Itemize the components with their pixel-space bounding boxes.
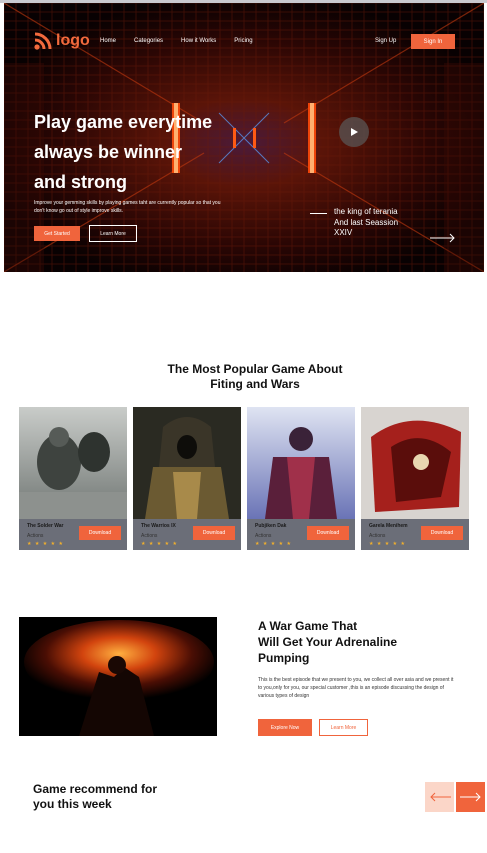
learn-more-button[interactable]: Learn More xyxy=(89,225,137,242)
signup-link[interactable]: Sign Up xyxy=(375,38,396,44)
war-section-title: A War Game That Will Get Your Adrenaline… xyxy=(258,618,458,666)
war-title-line: Will Get Your Adrenaline xyxy=(258,635,398,649)
next-button[interactable] xyxy=(456,782,485,812)
war-description: This is the best episode that we present… xyxy=(258,677,454,699)
game-cards: The Solder War Actions ★ ★ ★ ★ ★ Downloa… xyxy=(19,407,469,550)
learn-more-button[interactable]: Learn More xyxy=(319,719,368,736)
hero-title-line: and strong xyxy=(34,172,127,192)
download-button[interactable]: Download xyxy=(421,526,463,540)
navbar: logo Home Categories How it Works Pricin… xyxy=(4,3,484,83)
get-started-button[interactable]: Get Started xyxy=(34,226,80,241)
nav-link-pricing[interactable]: Pricing xyxy=(234,38,252,44)
game-name: Garela Menihem xyxy=(369,523,408,529)
war-title-line: A War Game That xyxy=(258,619,358,633)
signin-button[interactable]: Sign In xyxy=(411,34,455,49)
previous-button[interactable] xyxy=(425,782,454,812)
episode-line: the king of terania xyxy=(334,207,398,216)
rss-logo-icon xyxy=(34,32,52,50)
download-button[interactable]: Download xyxy=(307,526,349,540)
episode-line: And last Seassion xyxy=(334,217,399,227)
game-card-info: The Warrios IX Actions ★ ★ ★ ★ ★ Downloa… xyxy=(133,519,241,550)
play-button[interactable] xyxy=(339,117,369,147)
nav-links: Home Categories How it Works Pricing xyxy=(100,38,271,44)
hero-title-line: always be winner xyxy=(34,142,183,162)
game-name: Pubjiken Dak xyxy=(255,523,287,529)
rating-stars-icon: ★ ★ ★ ★ ★ xyxy=(255,541,292,547)
game-cover-image xyxy=(19,407,127,519)
war-title-line: Pumping xyxy=(258,651,310,665)
war-game-artwork xyxy=(19,617,217,736)
popular-title-line: The Most Popular Game About xyxy=(167,362,343,376)
arrow-right-icon xyxy=(459,792,481,802)
game-genre: Actions xyxy=(255,533,272,539)
game-card[interactable]: Pubjiken Dak Actions ★ ★ ★ ★ ★ Download xyxy=(247,407,355,550)
game-cover-image xyxy=(361,407,469,519)
nav-link-how-it-works[interactable]: How it Works xyxy=(181,38,216,44)
game-card-info: Garela Menihem Actions ★ ★ ★ ★ ★ Downloa… xyxy=(361,519,469,550)
game-cover-image xyxy=(247,407,355,519)
popular-title-line: Fiting and Wars xyxy=(210,377,300,391)
rating-stars-icon: ★ ★ ★ ★ ★ xyxy=(27,541,64,547)
game-card[interactable]: The Warrios IX Actions ★ ★ ★ ★ ★ Downloa… xyxy=(133,407,241,550)
recommend-title-line: Game recommend for xyxy=(33,782,158,796)
episode-info: the king of terania And last Seassion XX… xyxy=(334,207,424,239)
game-name: The Warrios IX xyxy=(141,523,176,529)
arrow-left-icon xyxy=(429,792,451,802)
game-card-info: Pubjiken Dak Actions ★ ★ ★ ★ ★ Download xyxy=(247,519,355,550)
rating-stars-icon: ★ ★ ★ ★ ★ xyxy=(369,541,406,547)
game-card-info: The Solder War Actions ★ ★ ★ ★ ★ Downloa… xyxy=(19,519,127,550)
download-button[interactable]: Download xyxy=(193,526,235,540)
download-button[interactable]: Download xyxy=(79,526,121,540)
episode-line: XXIV xyxy=(334,228,353,237)
explore-now-button[interactable]: Explore Now xyxy=(258,719,312,736)
hero-title: Play game everytime always be winner and… xyxy=(34,107,274,197)
game-cover-image xyxy=(133,407,241,519)
recommend-section-title: Game recommend for you this week xyxy=(33,782,193,812)
recommend-title-line: you this week xyxy=(33,797,112,811)
nav-link-categories[interactable]: Categories xyxy=(134,38,163,44)
arrow-right-icon[interactable] xyxy=(430,233,456,243)
game-genre: Actions xyxy=(141,533,158,539)
war-game-image xyxy=(19,617,217,736)
logo-text: logo xyxy=(56,32,90,49)
episode-divider xyxy=(310,213,327,214)
hero-title-line: Play game everytime xyxy=(34,112,213,132)
logo[interactable]: logo xyxy=(34,32,90,50)
hero-description: Improve your gemming skills by playing g… xyxy=(34,200,221,214)
game-genre: Actions xyxy=(27,533,44,539)
game-card[interactable]: The Solder War Actions ★ ★ ★ ★ ★ Downloa… xyxy=(19,407,127,550)
play-icon xyxy=(351,128,358,136)
nav-link-home[interactable]: Home xyxy=(100,38,116,44)
game-name: The Solder War xyxy=(27,523,64,529)
game-genre: Actions xyxy=(369,533,386,539)
popular-section-title: The Most Popular Game About Fiting and W… xyxy=(130,362,380,392)
hero-section: logo Home Categories How it Works Pricin… xyxy=(4,3,484,272)
rating-stars-icon: ★ ★ ★ ★ ★ xyxy=(141,541,178,547)
game-card[interactable]: Garela Menihem Actions ★ ★ ★ ★ ★ Downloa… xyxy=(361,407,469,550)
